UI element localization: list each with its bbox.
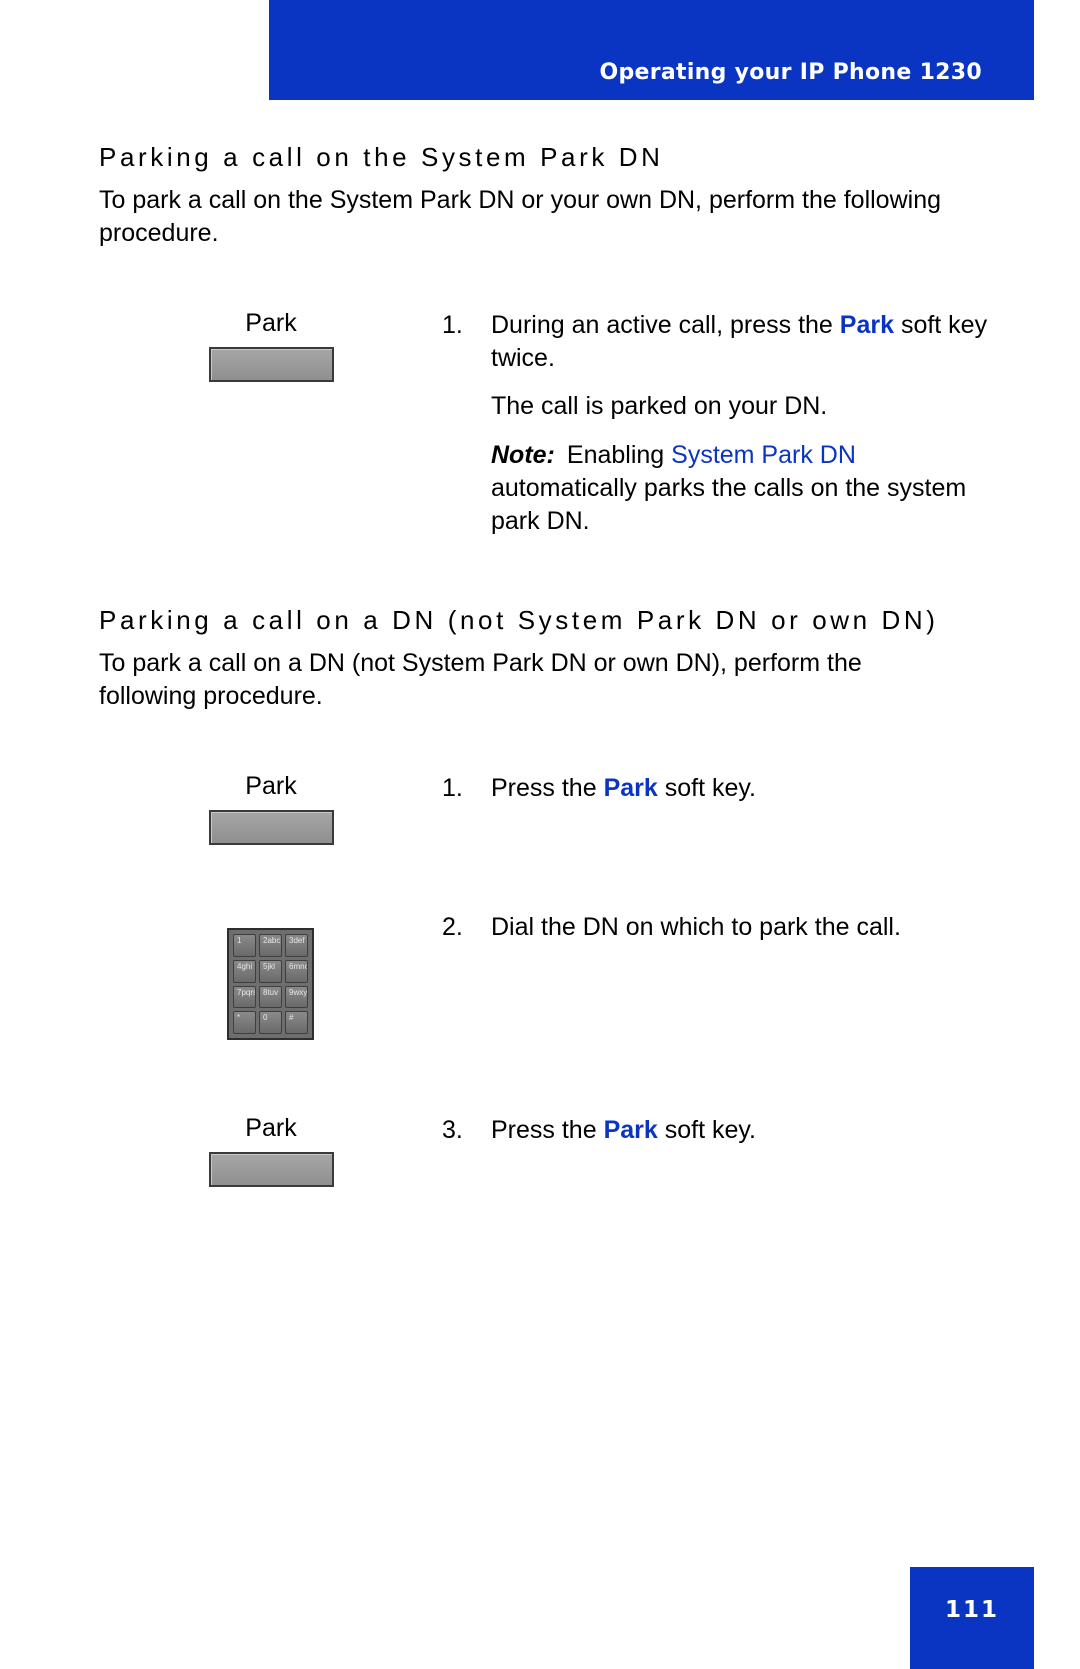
step-number: 1. xyxy=(442,311,463,339)
header-title: Operating your IP Phone 1230 xyxy=(599,60,982,85)
section-intro-other-dn: To park a call on a DN (not System Park … xyxy=(99,649,862,710)
step-text-after: soft key. xyxy=(657,1116,756,1144)
note-text-after: automatically parks the calls on the sys… xyxy=(491,474,967,535)
step-number: 3. xyxy=(442,1116,463,1144)
section-heading-system-park: Parking a call on the System Park DN xyxy=(99,142,664,172)
park-key-label: Park xyxy=(245,772,297,800)
park-softkey-icon xyxy=(209,810,334,845)
note: Note: Enabling System Park DN automatical… xyxy=(491,439,991,538)
park-keyword: Park xyxy=(603,1116,658,1144)
dialpad-key: 2abc xyxy=(259,934,282,957)
dialpad-key: 8tuv xyxy=(259,985,282,1009)
park-softkey-icon xyxy=(209,1152,334,1187)
step-text: Dial the DN on which to park the call. xyxy=(491,913,901,941)
step-number: 1. xyxy=(442,774,463,802)
page-number: 111 xyxy=(944,1597,999,1623)
step-text: During an active call, press the Park so… xyxy=(491,309,991,375)
dialpad-key: 4ghi xyxy=(233,959,256,983)
step-text-before: Press the xyxy=(491,1116,604,1144)
step-text-before: Press the xyxy=(491,774,604,802)
dialpad-icon: 1 2abc 3def 4ghi 5jkl 6mno 7pqrs 8tuv 9w… xyxy=(227,928,314,1040)
park-keyword: Park xyxy=(839,311,894,339)
step-text: Press the Park soft key. xyxy=(491,772,991,805)
dialpad-key: 3def xyxy=(285,934,308,957)
park-softkey-icon xyxy=(209,347,334,382)
dialpad-key: 1 xyxy=(233,934,256,957)
page-number-box: 111 xyxy=(910,1567,1034,1669)
note-text-before: Enabling xyxy=(566,441,672,469)
dialpad-key: 0 xyxy=(259,1011,282,1034)
header-band: Operating your IP Phone 1230 xyxy=(269,0,1034,100)
dialpad-key: 7pqrs xyxy=(233,985,256,1009)
dialpad-key: 6mno xyxy=(285,959,308,983)
step-text-after: soft key. xyxy=(657,774,756,802)
park-key-label: Park xyxy=(245,1114,297,1142)
step-number: 2. xyxy=(442,913,463,941)
park-key-label: Park xyxy=(245,309,297,337)
section-heading-other-dn: Parking a call on a DN (not System Park … xyxy=(99,605,939,635)
step-text-before: During an active call, press the xyxy=(491,311,840,339)
note-label: Note: xyxy=(491,441,555,469)
dialpad-key: * xyxy=(233,1011,256,1034)
system-park-dn-link[interactable]: System Park DN xyxy=(671,441,856,469)
section-intro-system-park: To park a call on the System Park DN or … xyxy=(99,186,942,247)
step-text: Press the Park soft key. xyxy=(491,1114,991,1147)
dialpad-key: 5jkl xyxy=(259,959,282,983)
dialpad-key: 9wxyz xyxy=(285,985,308,1009)
step-result: The call is parked on your DN. xyxy=(491,392,828,420)
park-keyword: Park xyxy=(603,774,658,802)
dialpad-key: # xyxy=(285,1011,308,1034)
